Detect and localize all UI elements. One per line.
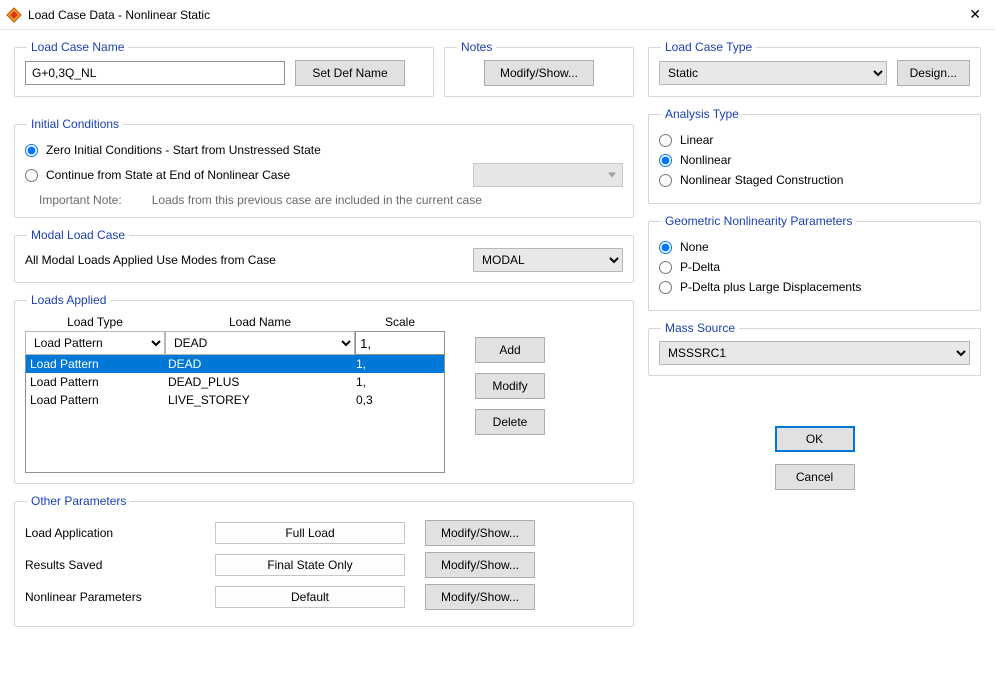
group-legend: Initial Conditions bbox=[27, 117, 123, 131]
load-application-label: Load Application bbox=[25, 526, 195, 540]
group-legend: Load Case Type bbox=[661, 40, 756, 54]
table-row[interactable]: Load Pattern DEAD_PLUS 1, bbox=[26, 373, 444, 391]
load-case-name-input[interactable] bbox=[25, 61, 285, 85]
important-note-label: Important Note: bbox=[39, 193, 122, 207]
add-load-button[interactable]: Add bbox=[475, 337, 545, 363]
modify-show-results-saved-button[interactable]: Modify/Show... bbox=[425, 552, 535, 578]
group-legend: Analysis Type bbox=[661, 107, 743, 121]
titlebar: Load Case Data - Nonlinear Static ✕ bbox=[0, 0, 995, 30]
geom-nonlinearity-group: Geometric Nonlinearity Parameters None P… bbox=[648, 214, 981, 311]
modify-load-button[interactable]: Modify bbox=[475, 373, 545, 399]
important-note-text: Loads from this previous case are includ… bbox=[152, 193, 482, 207]
load-type-header: Load Type bbox=[25, 315, 165, 329]
load-application-value: Full Load bbox=[215, 522, 405, 544]
geom-none-radio[interactable] bbox=[659, 241, 672, 254]
load-scale-input[interactable] bbox=[355, 331, 445, 355]
analysis-linear-label: Linear bbox=[680, 133, 713, 147]
loads-applied-group: Loads Applied Load Type Load Name Scale … bbox=[14, 293, 634, 484]
analysis-nonlinear-label: Nonlinear bbox=[680, 153, 731, 167]
previous-case-select-disabled bbox=[473, 163, 623, 187]
window-title: Load Case Data - Nonlinear Static bbox=[28, 8, 963, 22]
group-legend: Loads Applied bbox=[27, 293, 110, 307]
continue-state-radio[interactable] bbox=[25, 169, 38, 182]
design-button[interactable]: Design... bbox=[897, 60, 970, 86]
initial-conditions-group: Initial Conditions Zero Initial Conditio… bbox=[14, 117, 634, 218]
modal-load-label: All Modal Loads Applied Use Modes from C… bbox=[25, 253, 276, 267]
geom-pdelta-large-radio[interactable] bbox=[659, 281, 672, 294]
analysis-nonlinear-radio[interactable] bbox=[659, 154, 672, 167]
load-type-select[interactable]: Load Pattern bbox=[25, 331, 165, 355]
group-legend: Modal Load Case bbox=[27, 228, 129, 242]
results-saved-value: Final State Only bbox=[215, 554, 405, 576]
load-scale-header: Scale bbox=[355, 315, 445, 329]
mass-source-select[interactable]: MSSSRC1 bbox=[659, 341, 970, 365]
close-icon[interactable]: ✕ bbox=[963, 4, 987, 25]
modify-show-load-application-button[interactable]: Modify/Show... bbox=[425, 520, 535, 546]
load-name-select[interactable]: DEAD bbox=[165, 331, 355, 355]
group-legend: Other Parameters bbox=[27, 494, 130, 508]
delete-load-button[interactable]: Delete bbox=[475, 409, 545, 435]
notes-group: Notes Modify/Show... bbox=[444, 40, 634, 97]
app-icon bbox=[6, 7, 22, 23]
load-case-type-group: Load Case Type Static Design... bbox=[648, 40, 981, 97]
load-case-name-group: Load Case Name Set Def Name bbox=[14, 40, 434, 97]
analysis-type-group: Analysis Type Linear Nonlinear Nonlinear… bbox=[648, 107, 981, 204]
nonlinear-parameters-label: Nonlinear Parameters bbox=[25, 590, 195, 604]
continue-state-label: Continue from State at End of Nonlinear … bbox=[46, 168, 290, 182]
load-case-type-select[interactable]: Static bbox=[659, 61, 887, 85]
group-legend: Notes bbox=[457, 40, 496, 54]
nonlinear-parameters-value: Default bbox=[215, 586, 405, 608]
geom-pdelta-label: P-Delta bbox=[680, 260, 720, 274]
table-row[interactable]: Load Pattern LIVE_STOREY 0,3 bbox=[26, 391, 444, 409]
geom-pdelta-radio[interactable] bbox=[659, 261, 672, 274]
group-legend: Load Case Name bbox=[27, 40, 128, 54]
modify-show-notes-button[interactable]: Modify/Show... bbox=[484, 60, 594, 86]
set-def-name-button[interactable]: Set Def Name bbox=[295, 60, 405, 86]
loads-list[interactable]: Load Pattern DEAD 1, Load Pattern DEAD_P… bbox=[25, 355, 445, 473]
mass-source-group: Mass Source MSSSRC1 bbox=[648, 321, 981, 376]
ok-button[interactable]: OK bbox=[775, 426, 855, 452]
analysis-staged-radio[interactable] bbox=[659, 174, 672, 187]
group-legend: Geometric Nonlinearity Parameters bbox=[661, 214, 856, 228]
group-legend: Mass Source bbox=[661, 321, 739, 335]
analysis-staged-label: Nonlinear Staged Construction bbox=[680, 173, 843, 187]
zero-initial-label: Zero Initial Conditions - Start from Uns… bbox=[46, 143, 321, 157]
cancel-button[interactable]: Cancel bbox=[775, 464, 855, 490]
geom-pdelta-large-label: P-Delta plus Large Displacements bbox=[680, 280, 861, 294]
modal-load-select[interactable]: MODAL bbox=[473, 248, 623, 272]
table-row[interactable]: Load Pattern DEAD 1, bbox=[26, 355, 444, 373]
modify-show-nonlinear-parameters-button[interactable]: Modify/Show... bbox=[425, 584, 535, 610]
results-saved-label: Results Saved bbox=[25, 558, 195, 572]
analysis-linear-radio[interactable] bbox=[659, 134, 672, 147]
modal-load-case-group: Modal Load Case All Modal Loads Applied … bbox=[14, 228, 634, 283]
load-name-header: Load Name bbox=[165, 315, 355, 329]
geom-none-label: None bbox=[680, 240, 709, 254]
zero-initial-radio[interactable] bbox=[25, 144, 38, 157]
other-parameters-group: Other Parameters Load Application Full L… bbox=[14, 494, 634, 627]
